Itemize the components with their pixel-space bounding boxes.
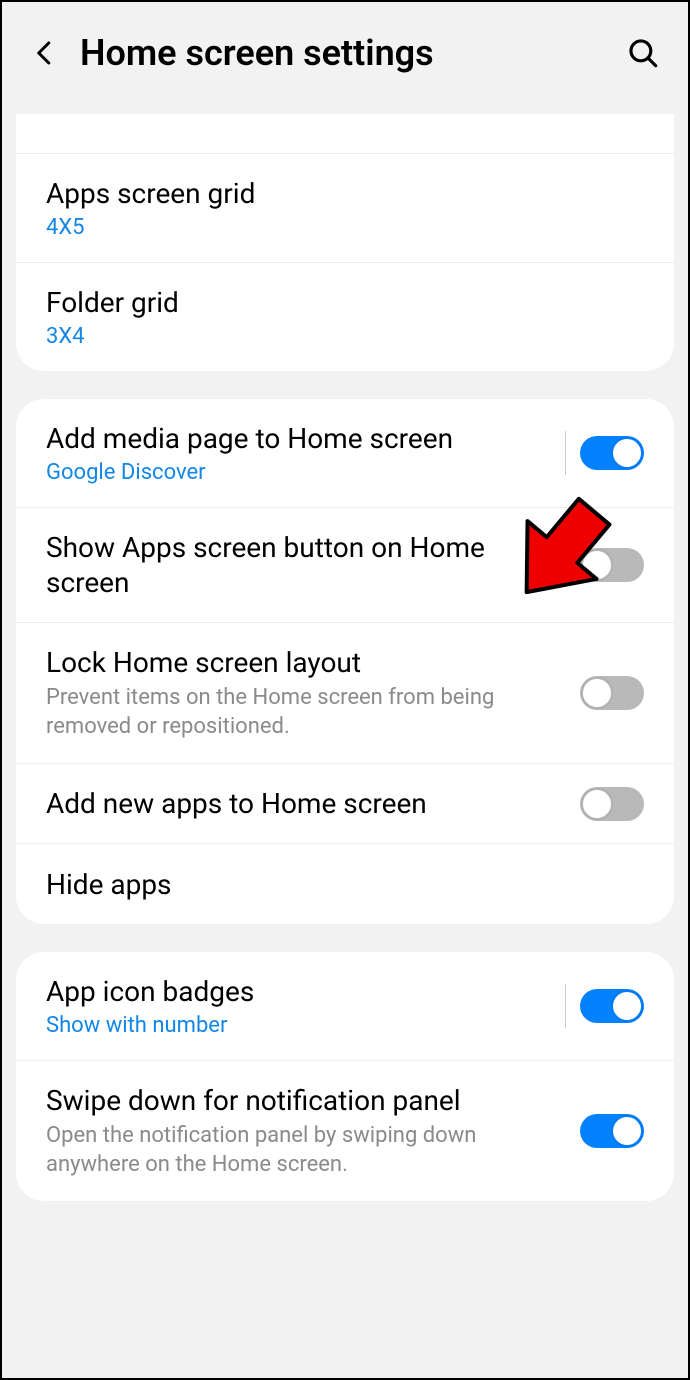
row-title: Apps screen grid: [46, 176, 628, 211]
row-lock-layout[interactable]: Lock Home screen layout Prevent items on…: [16, 623, 674, 764]
row-value: 4X5: [46, 215, 628, 240]
row-title: Hide apps: [46, 867, 628, 902]
row-title: App icon badges: [46, 974, 549, 1009]
partial-row: [16, 114, 674, 154]
row-title: Folder grid: [46, 285, 628, 320]
row-title: Swipe down for notification panel: [46, 1083, 564, 1118]
toggle-swipe-down[interactable]: [580, 1114, 644, 1148]
row-desc: Open the notification panel by swiping d…: [46, 1122, 564, 1179]
row-apps-screen-grid[interactable]: Apps screen grid 4X5: [16, 154, 674, 263]
row-value: Show with number: [46, 1013, 549, 1038]
settings-group-grid: Apps screen grid 4X5 Folder grid 3X4: [16, 114, 674, 371]
divider: [565, 431, 566, 475]
row-show-apps-button[interactable]: Show Apps screen button on Home screen: [16, 508, 674, 623]
row-value: Google Discover: [46, 460, 549, 485]
row-title: Lock Home screen layout: [46, 645, 564, 680]
row-add-new-apps[interactable]: Add new apps to Home screen: [16, 764, 674, 844]
toggle-lock-layout[interactable]: [580, 676, 644, 710]
row-value: 3X4: [46, 324, 628, 349]
toggle-add-new-apps[interactable]: [580, 787, 644, 821]
row-swipe-down-notification[interactable]: Swipe down for notification panel Open t…: [16, 1061, 674, 1201]
row-title: Show Apps screen button on Home screen: [46, 530, 564, 600]
header: Home screen settings: [2, 2, 688, 114]
settings-group-badges: App icon badges Show with number Swipe d…: [16, 952, 674, 1201]
toggle-app-icon-badges[interactable]: [580, 989, 644, 1023]
toggle-add-media-page[interactable]: [580, 436, 644, 470]
row-hide-apps[interactable]: Hide apps: [16, 844, 674, 924]
row-title: Add new apps to Home screen: [46, 786, 564, 821]
back-icon[interactable]: [30, 38, 60, 68]
row-add-media-page[interactable]: Add media page to Home screen Google Dis…: [16, 399, 674, 508]
toggle-show-apps-button[interactable]: [580, 548, 644, 582]
row-title: Add media page to Home screen: [46, 421, 549, 456]
page-title: Home screen settings: [80, 32, 606, 74]
divider: [565, 984, 566, 1028]
row-folder-grid[interactable]: Folder grid 3X4: [16, 263, 674, 371]
row-desc: Prevent items on the Home screen from be…: [46, 684, 564, 741]
search-icon[interactable]: [626, 36, 660, 70]
row-app-icon-badges[interactable]: App icon badges Show with number: [16, 952, 674, 1061]
settings-group-home: Add media page to Home screen Google Dis…: [16, 399, 674, 924]
